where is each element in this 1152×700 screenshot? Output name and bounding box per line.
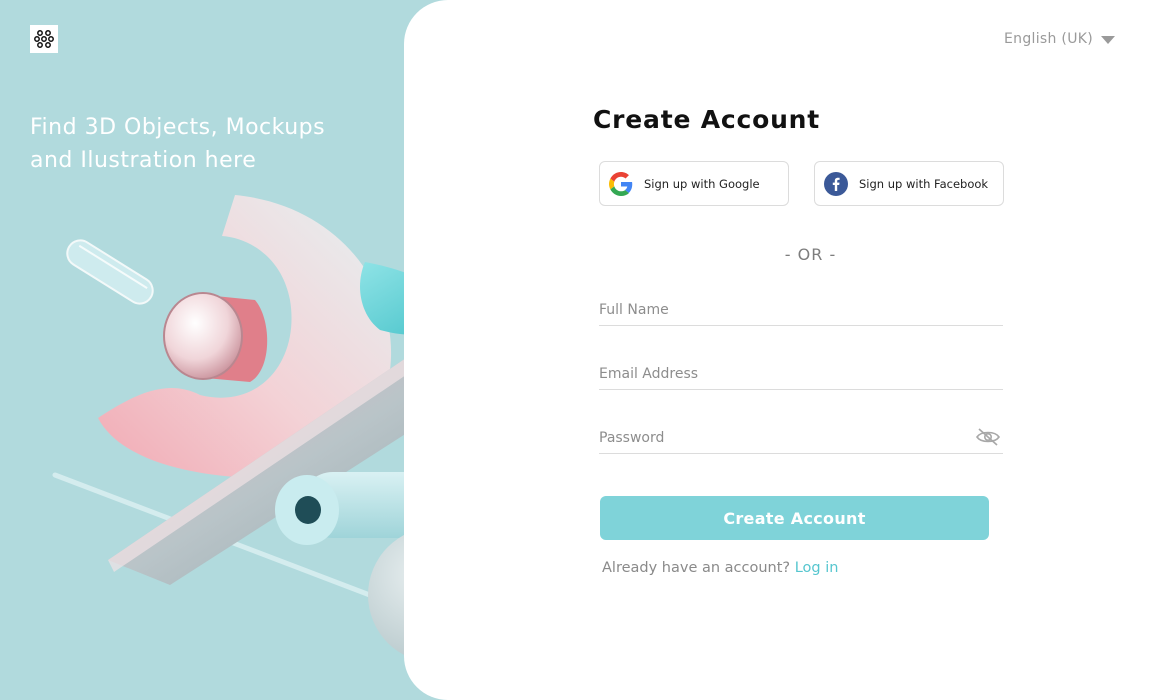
- google-signup-label: Sign up with Google: [644, 176, 760, 191]
- page-title: Create Account: [593, 105, 821, 134]
- language-selector[interactable]: English (UK): [1004, 31, 1115, 47]
- hero-panel: Find 3D Objects, Mockups and Ilustration…: [0, 0, 420, 700]
- form-panel: English (UK) Create Account Sign up with…: [404, 0, 1152, 700]
- 3d-illustration: [52, 195, 420, 662]
- hero-tagline: Find 3D Objects, Mockups and Ilustration…: [30, 111, 370, 177]
- login-prompt-row: Already have an account? Log in: [602, 560, 1013, 576]
- tagline-line-1: Find 3D Objects, Mockups: [30, 115, 326, 140]
- create-account-button[interactable]: Create Account: [600, 496, 989, 540]
- login-link[interactable]: Log in: [795, 560, 839, 576]
- brand-logo[interactable]: [30, 25, 58, 53]
- google-signup-button[interactable]: Sign up with Google: [599, 161, 789, 206]
- grid-logo-icon: [34, 30, 54, 48]
- password-field: [599, 424, 1003, 454]
- login-prompt-text: Already have an account?: [602, 560, 791, 576]
- full-name-input[interactable]: [599, 296, 1003, 324]
- language-label: English (UK): [1004, 31, 1093, 47]
- email-field: [599, 360, 1003, 390]
- chevron-down-icon: [1101, 36, 1115, 44]
- eye-off-icon[interactable]: [975, 427, 1001, 451]
- social-signup-group: Sign up with Google Sign up with Faceboo…: [593, 161, 1013, 206]
- facebook-signup-button[interactable]: Sign up with Facebook: [814, 161, 1004, 206]
- tagline-line-2: and Ilustration here: [30, 148, 257, 173]
- google-icon: [608, 171, 634, 197]
- facebook-signup-label: Sign up with Facebook: [859, 176, 989, 191]
- facebook-icon: [823, 171, 849, 197]
- password-input[interactable]: [599, 424, 1003, 452]
- signup-form: Create Account Sign up with Google Sign …: [593, 105, 1013, 576]
- email-input[interactable]: [599, 360, 1003, 388]
- or-separator: - OR -: [784, 245, 837, 264]
- full-name-field: [599, 296, 1003, 326]
